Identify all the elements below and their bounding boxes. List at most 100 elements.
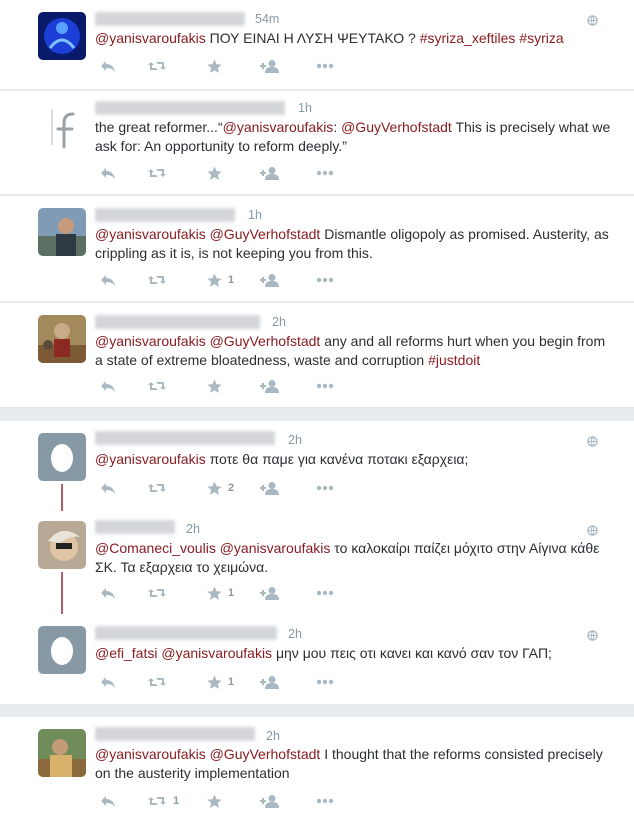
mention-link[interactable]: @yanisvaroufakis — [95, 226, 206, 242]
follow-button[interactable] — [260, 56, 280, 76]
retweet-button[interactable] — [147, 478, 173, 498]
timestamp[interactable]: 1h — [298, 101, 312, 115]
reply-button[interactable] — [100, 583, 116, 603]
mention-link[interactable]: @yanisvaroufakis — [161, 645, 272, 661]
favorite-button[interactable] — [207, 163, 228, 183]
retweet-icon — [147, 675, 167, 689]
follow-button[interactable] — [260, 672, 280, 692]
favorite-icon — [207, 794, 222, 809]
timestamp[interactable]: 54m — [255, 12, 279, 26]
avatar[interactable] — [38, 103, 86, 151]
author-name[interactable] — [95, 101, 285, 115]
mention-link[interactable]: @GuyVerhofstadt — [210, 226, 321, 242]
tweet-actions: 1 — [95, 583, 395, 603]
mention-link[interactable]: @yanisvaroufakis — [220, 540, 331, 556]
mention-link[interactable]: @yanisvaroufakis — [95, 30, 206, 46]
retweet-icon — [147, 59, 167, 73]
tweet-text: @yanisvaroufakis @GuyVerhofstadt Dismant… — [95, 225, 615, 263]
follow-button[interactable] — [260, 163, 280, 183]
mention-link[interactable]: @efi_fatsi — [95, 645, 157, 661]
tweet-text-segment: ΠΟΥ ΕΙΝΑΙ Η ΛΥΣΗ ΨΕΥΤΑΚΟ ? — [205, 30, 420, 46]
mention-link[interactable]: @yanisvaroufakis — [223, 119, 334, 135]
author-name[interactable] — [95, 626, 277, 640]
reply-button[interactable] — [100, 163, 116, 183]
mention-link[interactable]: @yanisvaroufakis — [95, 333, 206, 349]
tweet-actions: 1 — [95, 672, 395, 692]
favorite-count: 1 — [228, 587, 235, 599]
more-button[interactable] — [316, 163, 334, 183]
avatar[interactable] — [38, 315, 86, 363]
mention-link[interactable]: @GuyVerhofstadt — [210, 746, 321, 762]
retweet-button[interactable] — [147, 56, 173, 76]
more-button[interactable] — [316, 791, 334, 811]
hashtag-link[interactable]: #justdoit — [428, 352, 480, 368]
favorite-button[interactable]: 1 — [207, 672, 234, 692]
mention-link[interactable]: @yanisvaroufakis — [95, 746, 206, 762]
reply-button[interactable] — [100, 672, 116, 692]
author-name[interactable] — [95, 727, 255, 741]
timestamp[interactable]: 2h — [266, 729, 280, 743]
follow-icon — [260, 166, 280, 181]
retweet-button[interactable] — [147, 163, 173, 183]
timestamp[interactable]: 2h — [186, 522, 200, 536]
reply-button[interactable] — [100, 270, 116, 290]
more-button[interactable] — [316, 583, 334, 603]
reply-button[interactable] — [100, 376, 116, 396]
favorite-button[interactable]: 1 — [207, 270, 234, 290]
more-button[interactable] — [316, 672, 334, 692]
hashtag-link[interactable]: #syriza — [519, 30, 563, 46]
author-name[interactable] — [95, 431, 275, 445]
follow-button[interactable] — [260, 791, 280, 811]
mention-link[interactable]: @GuyVerhofstadt — [210, 333, 321, 349]
follow-button[interactable] — [260, 376, 280, 396]
favorite-button[interactable] — [207, 791, 228, 811]
favorite-count: 2 — [228, 482, 235, 494]
favorite-button[interactable] — [207, 376, 228, 396]
mention-link[interactable]: @GuyVerhofstadt — [341, 119, 452, 135]
author-name[interactable] — [95, 208, 235, 222]
more-button[interactable] — [316, 478, 334, 498]
retweet-button[interactable] — [147, 376, 173, 396]
favorite-button[interactable] — [207, 56, 228, 76]
follow-button[interactable] — [260, 478, 280, 498]
follow-icon — [260, 379, 280, 394]
mention-link[interactable]: @Comaneci_voulis — [95, 540, 216, 556]
avatar[interactable] — [38, 433, 86, 481]
retweet-button[interactable] — [147, 672, 173, 692]
avatar[interactable] — [38, 208, 86, 256]
avatar[interactable] — [38, 12, 86, 60]
more-icon — [316, 170, 334, 176]
retweet-button[interactable]: 1 — [147, 791, 179, 811]
author-name[interactable] — [95, 520, 175, 534]
retweet-button[interactable] — [147, 583, 173, 603]
reply-icon — [100, 379, 116, 393]
author-name[interactable] — [95, 12, 245, 26]
more-button[interactable] — [316, 56, 334, 76]
reply-button[interactable] — [100, 791, 116, 811]
avatar[interactable] — [38, 626, 86, 674]
timestamp[interactable]: 2h — [272, 315, 286, 329]
more-button[interactable] — [316, 270, 334, 290]
retweet-button[interactable] — [147, 270, 173, 290]
mention-link[interactable]: @yanisvaroufakis — [95, 451, 206, 467]
avatar[interactable] — [38, 521, 86, 569]
tweet-5: 2h @yanisvaroufakis ποτε θα παμε για καν… — [0, 421, 634, 511]
tweet-text-segment: the great reformer...“ — [95, 119, 223, 135]
favorite-button[interactable]: 1 — [207, 583, 234, 603]
hashtag-link[interactable]: #syriza_xeftiles — [420, 30, 516, 46]
tweet-actions — [95, 56, 395, 76]
timestamp[interactable]: 2h — [288, 627, 302, 641]
more-button[interactable] — [316, 376, 334, 396]
timestamp[interactable]: 2h — [288, 433, 302, 447]
author-name[interactable] — [95, 315, 260, 329]
reply-icon — [100, 481, 116, 495]
favorite-icon — [207, 166, 222, 181]
follow-button[interactable] — [260, 583, 280, 603]
retweet-icon — [147, 273, 167, 287]
follow-button[interactable] — [260, 270, 280, 290]
timestamp[interactable]: 1h — [248, 208, 262, 222]
favorite-button[interactable]: 2 — [207, 478, 234, 498]
avatar[interactable] — [38, 729, 86, 777]
reply-button[interactable] — [100, 478, 116, 498]
reply-button[interactable] — [100, 56, 116, 76]
